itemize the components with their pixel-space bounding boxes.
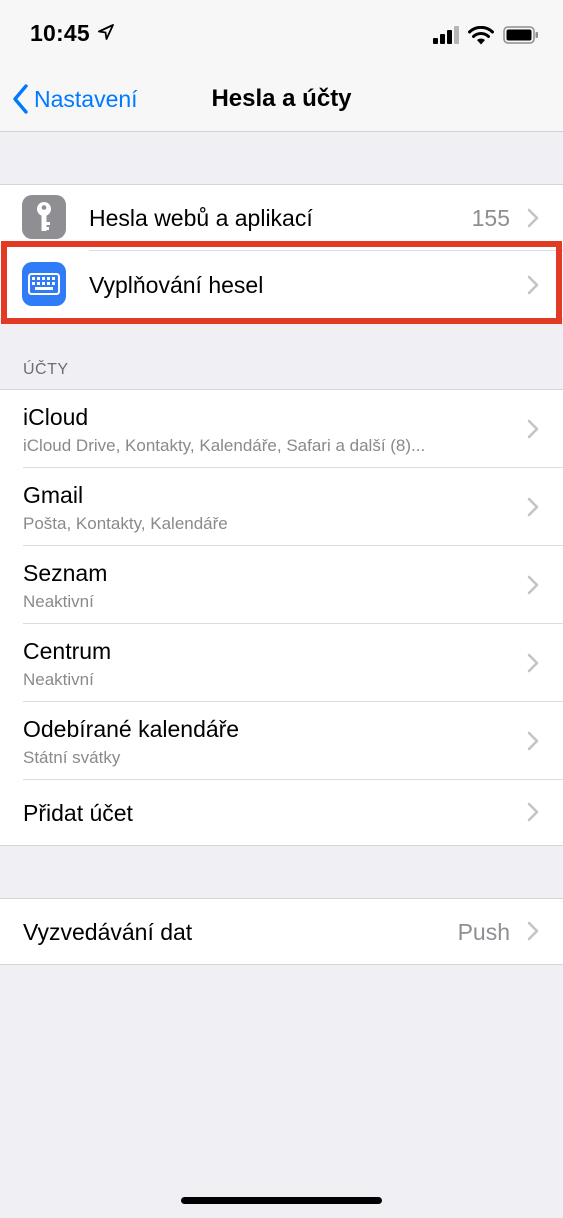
chevron-right-icon <box>527 802 539 822</box>
fetch-data-value: Push <box>457 919 510 945</box>
row-autofill-passwords[interactable]: Vyplňování hesel <box>0 251 563 318</box>
row-fetch-new-data[interactable]: Vyzvedávání dat Push <box>0 899 563 964</box>
chevron-right-icon <box>527 731 539 751</box>
navigation-bar: Nastavení Hesla a účty <box>0 66 563 132</box>
account-name: Odebírané kalendáře <box>23 716 240 742</box>
account-status: Neaktivní <box>23 670 94 689</box>
account-row-centrum[interactable]: Centrum Neaktivní <box>0 624 563 702</box>
chevron-right-icon <box>527 275 539 295</box>
account-services: Státní svátky <box>23 748 121 767</box>
chevron-right-icon <box>527 921 539 941</box>
status-time-text: 10:45 <box>30 20 90 46</box>
account-status: Neaktivní <box>23 592 94 611</box>
cellular-signal-icon <box>433 26 459 44</box>
passwords-group: Hesla webů a aplikací 155 Vyplňování hes… <box>0 184 563 319</box>
section-header-accounts: ÚČTY <box>23 361 69 378</box>
key-icon <box>22 195 66 239</box>
password-count: 155 <box>471 205 510 231</box>
account-row-seznam[interactable]: Seznam Neaktivní <box>0 546 563 624</box>
status-icons <box>433 24 539 46</box>
account-services: iCloud Drive, Kontakty, Kalendáře, Safar… <box>23 436 426 455</box>
account-name: Seznam <box>23 560 108 586</box>
accounts-group: iCloud iCloud Drive, Kontakty, Kalendáře… <box>0 389 563 846</box>
fetch-group: Vyzvedávání dat Push <box>0 898 563 965</box>
wifi-icon <box>468 25 494 44</box>
account-row-subscribed-calendars[interactable]: Odebírané kalendáře Státní svátky <box>0 702 563 780</box>
account-name: iCloud <box>23 404 89 430</box>
account-row-gmail[interactable]: Gmail Pošta, Kontakty, Kalendáře <box>0 468 563 546</box>
account-row-icloud[interactable]: iCloud iCloud Drive, Kontakty, Kalendáře… <box>0 390 563 468</box>
row-autofill-passwords-label: Vyplňování hesel <box>89 272 264 298</box>
fetch-data-label: Vyzvedávání dat <box>23 919 193 945</box>
chevron-right-icon <box>527 497 539 517</box>
keyboard-icon <box>22 262 66 306</box>
location-arrow-icon <box>98 24 115 40</box>
row-website-passwords-label: Hesla webů a aplikací <box>89 205 313 231</box>
status-time: 10:45 <box>30 20 115 47</box>
account-services: Pošta, Kontakty, Kalendáře <box>23 514 228 533</box>
home-indicator[interactable] <box>181 1197 382 1204</box>
account-name: Centrum <box>23 638 112 664</box>
page-title: Hesla a účty <box>211 85 352 112</box>
battery-icon <box>503 26 538 44</box>
add-account-button[interactable]: Přidat účet <box>0 780 563 845</box>
chevron-right-icon <box>527 419 539 439</box>
account-name: Gmail <box>23 482 84 508</box>
status-bar: 10:45 <box>0 0 563 66</box>
chevron-right-icon <box>527 575 539 595</box>
chevron-right-icon <box>527 208 539 228</box>
chevron-right-icon <box>527 653 539 673</box>
add-account-label: Přidat účet <box>23 800 133 826</box>
row-website-passwords[interactable]: Hesla webů a aplikací 155 <box>0 185 563 251</box>
